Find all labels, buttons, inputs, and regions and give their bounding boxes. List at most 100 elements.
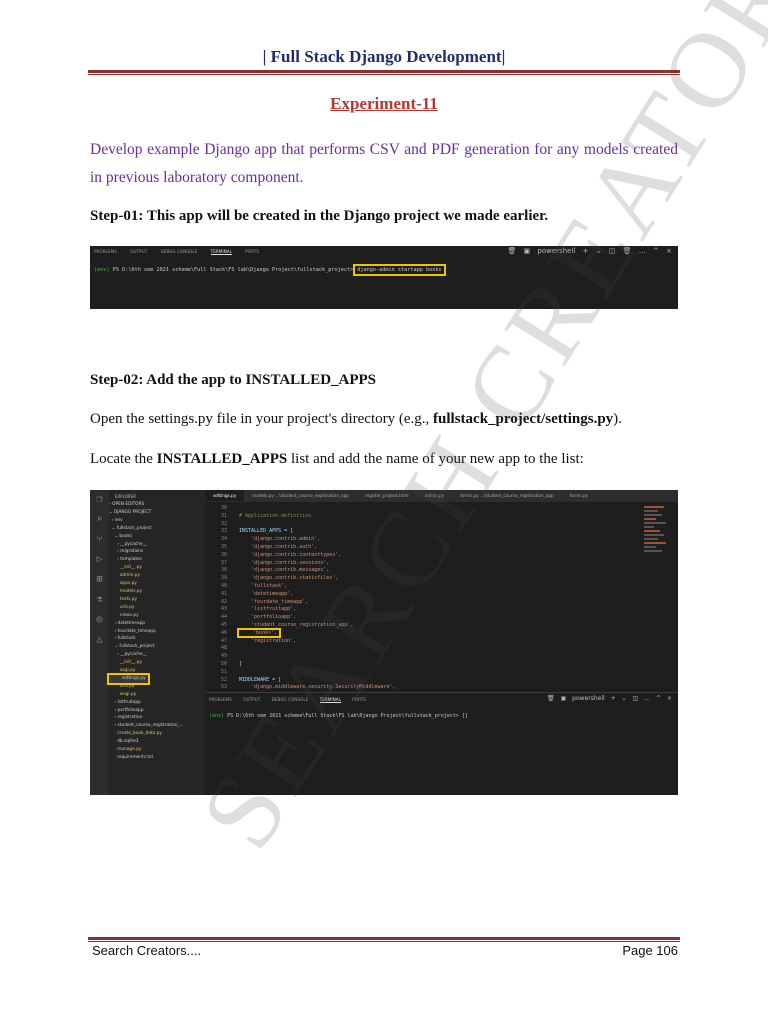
line-number: 48 xyxy=(220,645,227,652)
file-tree-item[interactable]: tests.py xyxy=(109,596,205,604)
editor-tab[interactable]: forms.py xyxy=(562,490,596,501)
file-tree-item[interactable]: __init__.py xyxy=(109,564,205,572)
extensions-icon[interactable]: ⊞ xyxy=(90,570,109,590)
open-settings-paragraph: Open the settings.py file in your projec… xyxy=(90,411,690,428)
file-tree-item[interactable]: requirements.txt xyxy=(109,754,205,762)
file-tree-item-label: urls.py xyxy=(109,604,135,610)
chevron-down-icon[interactable]: ⌄ xyxy=(622,695,627,702)
line-number: 38 xyxy=(220,567,227,574)
file-tree-item[interactable]: › student_course_registration_... xyxy=(109,722,205,730)
file-tree-item[interactable]: › listfruitapp xyxy=(109,699,205,707)
file-tree-item[interactable]: › fullstack xyxy=(109,635,205,643)
file-tree-item[interactable]: › templates xyxy=(109,556,205,564)
editor-tab[interactable]: settings.py xyxy=(205,490,245,501)
plus-icon[interactable]: + xyxy=(611,695,616,702)
file-tree-item-label: › portfolioapp xyxy=(109,707,144,713)
file-tree-item-label: manage.py xyxy=(109,747,142,753)
line-number: 45 xyxy=(220,621,227,628)
file-tree-item[interactable]: ⌄ DJANGO PROJECT xyxy=(109,509,205,517)
remote-icon[interactable]: ◎ xyxy=(90,610,109,630)
file-tree-item[interactable]: › env xyxy=(109,517,205,525)
file-tree-item[interactable]: asgi.py xyxy=(109,667,205,675)
file-tree-item-label: › fullstack xyxy=(109,636,136,642)
code-text: 'fourdate_timeapp', xyxy=(239,598,309,605)
code-text: 'listfruitapp', xyxy=(239,606,297,613)
code-text: 'django.contrib.messages', xyxy=(239,567,330,574)
file-tree-item-label: wsgi.py xyxy=(109,691,137,697)
file-tree-item[interactable]: admin.py xyxy=(109,572,205,580)
file-tree-item[interactable]: create_book_data.py xyxy=(109,730,205,738)
file-tree-item[interactable]: __init__.py xyxy=(109,659,205,667)
panel-shell-label[interactable]: ▣ powershell xyxy=(561,695,605,702)
file-tree-item-label: apps.py xyxy=(109,581,137,587)
tab-debug-console[interactable]: DEBUG CONSOLE xyxy=(161,249,198,254)
files-icon[interactable]: ❐ xyxy=(90,490,109,510)
file-tree-item[interactable]: urls.py xyxy=(109,604,205,612)
file-tree-item-label: › __pycache__ xyxy=(109,652,147,658)
more-icon[interactable]: … xyxy=(644,695,650,702)
close-icon[interactable]: × xyxy=(667,695,672,702)
run-debug-icon[interactable]: ▷ xyxy=(90,550,109,570)
line-number: 37 xyxy=(220,559,227,566)
file-tree-item[interactable]: › datetimeapp xyxy=(109,620,205,628)
explorer-title: EXPLORER xyxy=(115,494,136,499)
file-tree-item[interactable]: › fourdate_timeapp xyxy=(109,628,205,636)
code-text: 'datetimeapp', xyxy=(239,590,294,597)
trash-icon[interactable]: 🗑 xyxy=(547,695,555,702)
split-icon[interactable]: ◫ xyxy=(633,695,639,702)
file-tree-item[interactable]: db.sqlite3 xyxy=(109,738,205,746)
line-number: 35 xyxy=(220,543,227,550)
trash-icon[interactable]: 🗑 xyxy=(507,247,516,255)
activity-bar: ❐ ⌕ ⑂ ▷ ⊞ ⚗ ◎ △ xyxy=(90,490,109,795)
file-tree: › OPEN EDITORS ⌄ DJANGO PROJECT › env ⌄ f… xyxy=(107,501,205,762)
line-number: 32 xyxy=(220,520,227,527)
header-rule-thick xyxy=(88,70,680,73)
file-tree-item[interactable]: wsgi.py xyxy=(109,691,205,699)
search-icon[interactable]: ⌕ xyxy=(90,510,109,530)
file-tree-item[interactable]: › __pycache__ xyxy=(109,651,205,659)
line-number: 47 xyxy=(220,637,227,644)
deploy-icon[interactable]: △ xyxy=(90,630,109,650)
env-label: (env) xyxy=(94,267,110,273)
file-tree-item[interactable]: views.py xyxy=(109,612,205,620)
file-tree-item-label: › migrations xyxy=(109,549,144,555)
line-number: 33 xyxy=(220,528,227,535)
step2-heading: Step-02: Add the app to INSTALLED_APPS xyxy=(90,372,377,388)
file-tree-item-label: settings.py xyxy=(107,672,150,685)
header-rule-thin xyxy=(88,74,680,75)
file-tree-item[interactable]: ⌄ fullstack_project xyxy=(109,643,205,651)
chevron-up-icon[interactable]: ^ xyxy=(656,695,661,702)
line-number: 31 xyxy=(220,512,227,519)
line-number: 43 xyxy=(220,606,227,613)
tab-terminal[interactable]: TERMINAL xyxy=(210,249,232,255)
file-tree-item[interactable]: ⌄ fullstack_project xyxy=(109,525,205,533)
file-tree-item[interactable]: › __pycache__ xyxy=(109,541,205,549)
panel-tab-problems[interactable]: PROBLEMS xyxy=(209,697,232,702)
file-tree-item[interactable]: urls.py xyxy=(109,683,205,691)
line-number: 40 xyxy=(220,582,227,589)
testing-icon[interactable]: ⚗ xyxy=(90,590,109,610)
tab-ports[interactable]: PORTS xyxy=(245,249,259,254)
open-settings-end: ). xyxy=(613,411,622,427)
file-tree-item[interactable]: ⌄ books xyxy=(109,533,205,541)
file-tree-item[interactable]: models.py xyxy=(109,588,205,596)
close-icon[interactable]: × xyxy=(666,247,672,255)
source-control-icon[interactable]: ⑂ xyxy=(90,530,109,550)
file-tree-item[interactable]: › portfolioapp xyxy=(109,707,205,715)
file-tree-item[interactable]: › registration xyxy=(109,714,205,722)
file-tree-item[interactable]: settings.py xyxy=(107,672,205,685)
tab-problems[interactable]: PROBLEMS xyxy=(94,249,117,254)
editor-tab[interactable]: models.py ...\student_course_registratio… xyxy=(244,490,357,501)
line-number: 36 xyxy=(220,551,227,558)
file-tree-item-label: urls.py xyxy=(109,683,135,689)
file-tree-item-label: db.sqlite3 xyxy=(109,739,139,745)
minimap[interactable] xyxy=(644,504,672,684)
file-tree-item[interactable]: › migrations xyxy=(109,548,205,556)
tab-output[interactable]: OUTPUT xyxy=(130,249,147,254)
file-tree-item[interactable]: apps.py xyxy=(109,580,205,588)
file-tree-item-label: models.py xyxy=(109,588,143,594)
file-tree-item[interactable]: manage.py xyxy=(109,746,205,754)
file-tree-item-label: __init__.py xyxy=(109,660,142,666)
code-text: 'django.contrib.auth', xyxy=(239,543,318,550)
file-tree-item[interactable]: › OPEN EDITORS xyxy=(109,501,205,509)
